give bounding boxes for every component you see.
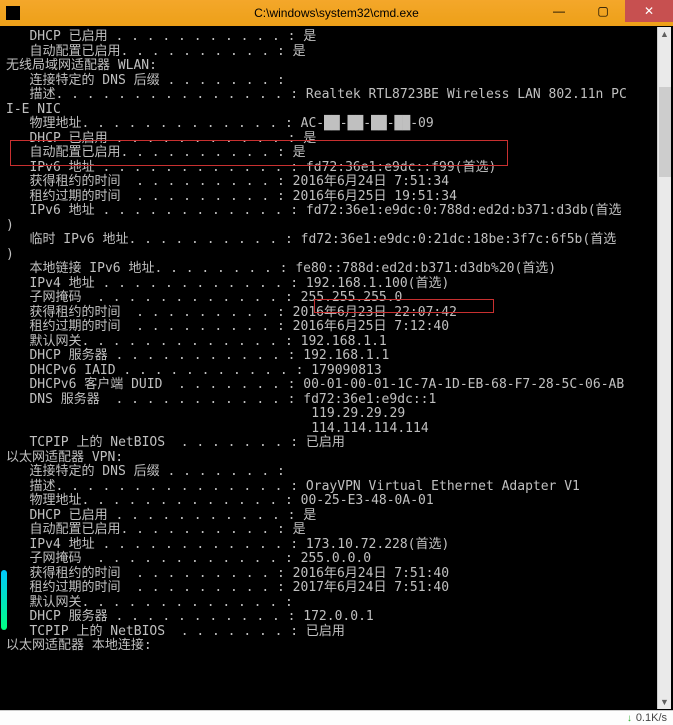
close-button[interactable]: ✕ bbox=[625, 0, 673, 22]
output-line: 无线局域网适配器 WLAN: bbox=[6, 59, 667, 74]
output-line: ) bbox=[6, 248, 667, 263]
scroll-down-arrow-icon[interactable]: ▼ bbox=[658, 695, 671, 709]
output-line: 以太网适配器 本地连接: bbox=[6, 639, 667, 654]
output-line: DHCP 已启用 . . . . . . . . . . . : 是 bbox=[6, 132, 667, 147]
output-line: TCPIP 上的 NetBIOS . . . . . . . : 已启用 bbox=[6, 625, 667, 640]
titlebar: C:\windows\system32\cmd.exe — ▢ ✕ bbox=[0, 0, 673, 26]
download-rate: 0.1K/s bbox=[636, 712, 667, 724]
output-line: 获得租约的时间 . . . . . . . . . : 2016年6月24日 7… bbox=[6, 567, 667, 582]
output-line: IPv6 地址 . . . . . . . . . . . . : fd72:3… bbox=[6, 161, 667, 176]
scrollbar[interactable]: ▲ ▼ bbox=[657, 27, 671, 709]
output-line: I-E NIC bbox=[6, 103, 667, 118]
output-line: 物理地址. . . . . . . . . . . . . : 00-25-E3… bbox=[6, 494, 667, 509]
output-line: 默认网关. . . . . . . . . . . . . : 192.168.… bbox=[6, 335, 667, 350]
network-speed-indicator: ↓ 0.1K/s bbox=[0, 710, 673, 725]
output-line: 以太网适配器 VPN: bbox=[6, 451, 667, 466]
output-line: 描述. . . . . . . . . . . . . . . : OrayVP… bbox=[6, 480, 667, 495]
output-line: 描述. . . . . . . . . . . . . . . : Realte… bbox=[6, 88, 667, 103]
scroll-up-arrow-icon[interactable]: ▲ bbox=[658, 27, 671, 41]
output-line: ) bbox=[6, 219, 667, 234]
output-line: DHCP 已启用 . . . . . . . . . . . : 是 bbox=[6, 509, 667, 524]
output-line: 默认网关. . . . . . . . . . . . . : bbox=[6, 596, 667, 611]
output-line: DNS 服务器 . . . . . . . . . . . : fd72:36e… bbox=[6, 393, 667, 408]
output-line: 119.29.29.29 bbox=[6, 407, 667, 422]
output-line: 租约过期的时间 . . . . . . . . . : 2017年6月24日 7… bbox=[6, 581, 667, 596]
output-line: DHCP 服务器 . . . . . . . . . . . : 192.168… bbox=[6, 349, 667, 364]
minimize-button[interactable]: — bbox=[537, 0, 581, 22]
output-line: 连接特定的 DNS 后缀 . . . . . . . : bbox=[6, 465, 667, 480]
output-line: TCPIP 上的 NetBIOS . . . . . . . : 已启用 bbox=[6, 436, 667, 451]
output-line: 自动配置已启用. . . . . . . . . . : 是 bbox=[6, 146, 667, 161]
scroll-thumb[interactable] bbox=[659, 87, 671, 177]
output-line: IPv4 地址 . . . . . . . . . . . . : 173.10… bbox=[6, 538, 667, 553]
maximize-button[interactable]: ▢ bbox=[581, 0, 625, 22]
output-line: 获得租约的时间 . . . . . . . . . : 2016年6月23日 2… bbox=[6, 306, 667, 321]
window-controls: — ▢ ✕ bbox=[537, 0, 673, 26]
output-line: 获得租约的时间 . . . . . . . . . : 2016年6月24日 7… bbox=[6, 175, 667, 190]
output-line: 自动配置已启用. . . . . . . . . . : 是 bbox=[6, 45, 667, 60]
output-line: 子网掩码 . . . . . . . . . . . . : 255.0.0.0 bbox=[6, 552, 667, 567]
output-line: 连接特定的 DNS 后缀 . . . . . . . : bbox=[6, 74, 667, 89]
output-line: 临时 IPv6 地址. . . . . . . . . . : fd72:36e… bbox=[6, 233, 667, 248]
output-line: IPv4 地址 . . . . . . . . . . . . : 192.16… bbox=[6, 277, 667, 292]
output-line: 租约过期的时间 . . . . . . . . . : 2016年6月25日 1… bbox=[6, 190, 667, 205]
terminal-output[interactable]: DHCP 已启用 . . . . . . . . . . . : 是 自动配置已… bbox=[0, 26, 673, 710]
download-arrow-icon: ↓ bbox=[627, 713, 632, 724]
output-line: DHCPv6 客户端 DUID . . . . . . . : 00-01-00… bbox=[6, 378, 667, 393]
output-line: DHCPv6 IAID . . . . . . . . . . . : 1790… bbox=[6, 364, 667, 379]
window-title: C:\windows\system32\cmd.exe bbox=[254, 6, 419, 20]
output-line: 子网掩码 . . . . . . . . . . . . : 255.255.2… bbox=[6, 291, 667, 306]
traffic-meter-icon bbox=[1, 570, 7, 630]
output-line: 本地链接 IPv6 地址. . . . . . . . : fe80::788d… bbox=[6, 262, 667, 277]
output-line: IPv6 地址 . . . . . . . . . . . . : fd72:3… bbox=[6, 204, 667, 219]
output-line: 租约过期的时间 . . . . . . . . . : 2016年6月25日 7… bbox=[6, 320, 667, 335]
output-line: 114.114.114.114 bbox=[6, 422, 667, 437]
output-line: DHCP 已启用 . . . . . . . . . . . : 是 bbox=[6, 30, 667, 45]
output-line: 自动配置已启用. . . . . . . . . . : 是 bbox=[6, 523, 667, 538]
output-line: DHCP 服务器 . . . . . . . . . . . : 172.0.0… bbox=[6, 610, 667, 625]
output-line: 物理地址. . . . . . . . . . . . . : AC-██-██… bbox=[6, 117, 667, 132]
cmd-icon bbox=[6, 6, 20, 20]
